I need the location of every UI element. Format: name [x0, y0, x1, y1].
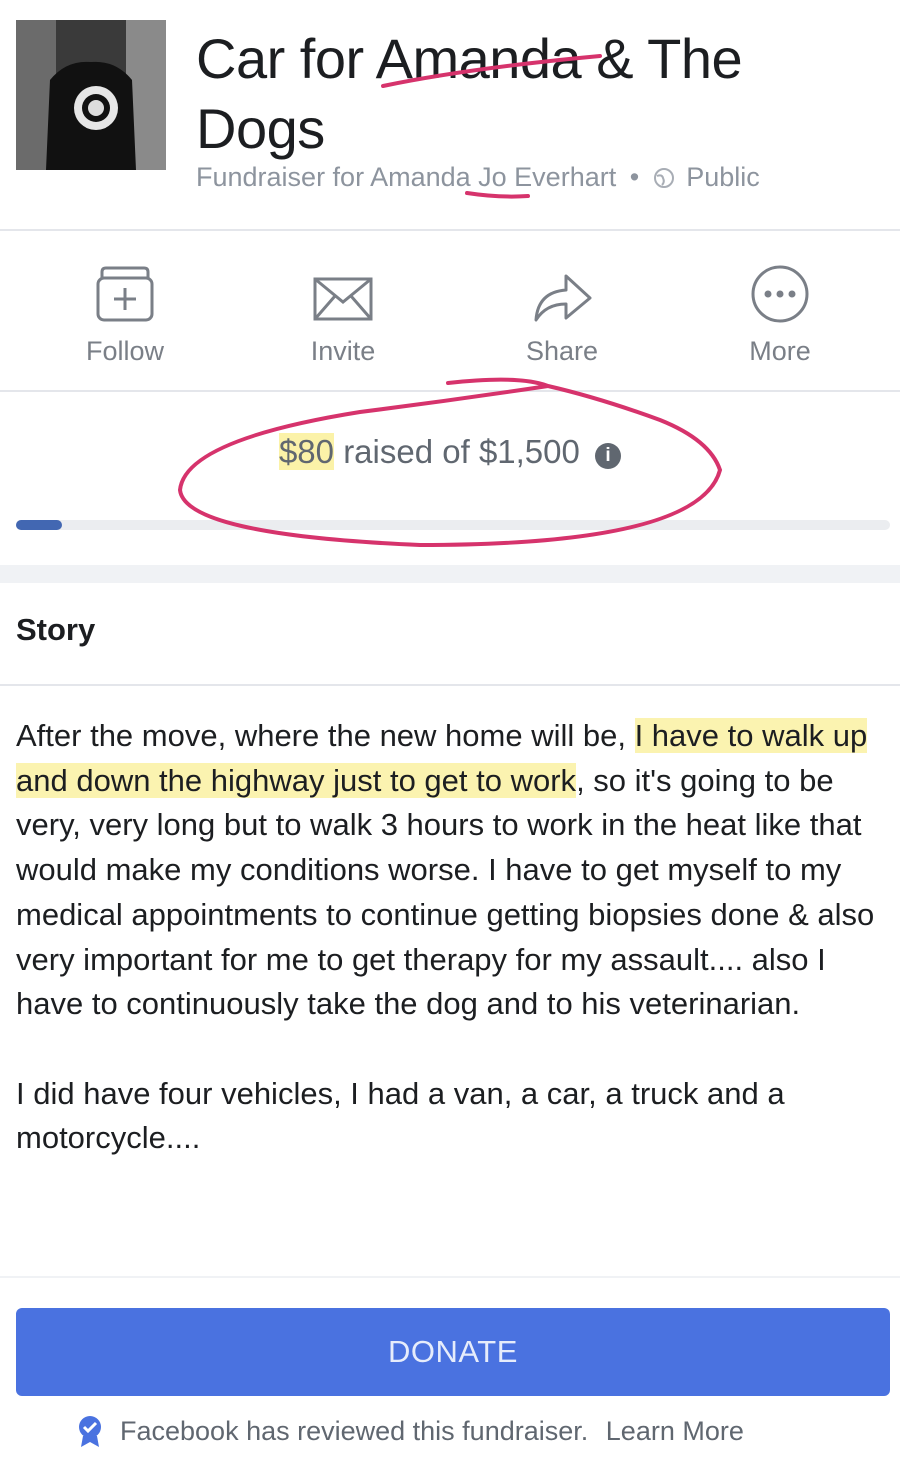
- raised-text: raised of: [343, 433, 470, 470]
- invite-label: Invite: [310, 336, 376, 366]
- fundraiser-subtitle: Fundraiser for Amanda Jo Everhart • Publ…: [196, 162, 760, 196]
- story-text-end: , so it's going to be very, very long bu…: [16, 762, 875, 1022]
- review-notice: Facebook has reviewed this fundraiser. L…: [76, 1416, 744, 1447]
- organizer-link[interactable]: Amanda Jo Everhart: [370, 162, 616, 192]
- goal-amount: $1,500: [478, 433, 580, 470]
- fundraiser-cover-photo[interactable]: [16, 20, 166, 170]
- raised-summary: $80 raised of $1,500 i: [0, 433, 900, 471]
- more-label: More: [749, 336, 811, 366]
- share-button[interactable]: Share: [482, 260, 642, 367]
- separator-dot: •: [629, 162, 640, 192]
- fundraiser-title: Car for Amanda & The Dogs: [196, 27, 743, 160]
- progress-bar-fill: [16, 520, 63, 530]
- fundraiser-header: Car for Amanda & The Dogs Fundraiser for…: [0, 0, 900, 230]
- subtitle-prefix: Fundraiser for: [196, 162, 365, 192]
- raised-amount: $80: [278, 433, 335, 470]
- follow-plus-icon: [45, 260, 205, 324]
- story-bottom-divider: [0, 1276, 900, 1278]
- globe-icon: [653, 165, 675, 196]
- story-body: After the move, where the new home will …: [16, 714, 890, 1206]
- verified-badge-icon: [76, 1414, 104, 1455]
- privacy-label: Public: [686, 162, 760, 192]
- envelope-icon: [263, 260, 423, 324]
- progress-bar: [16, 520, 890, 530]
- share-label: Share: [525, 336, 599, 366]
- invite-button[interactable]: Invite: [263, 260, 423, 367]
- story-text-start: After the move, where the new home will …: [16, 718, 635, 753]
- progress-section: $80 raised of $1,500 i: [0, 395, 900, 565]
- story-paragraph-1: After the move, where the new home will …: [16, 714, 890, 1027]
- learn-more-link[interactable]: Learn More: [606, 1416, 744, 1446]
- story-divider: [0, 684, 900, 686]
- section-separator: [0, 565, 900, 583]
- follow-button[interactable]: Follow: [45, 260, 205, 367]
- story-heading: Story: [16, 612, 96, 647]
- info-icon[interactable]: i: [595, 443, 622, 469]
- header-divider: [0, 229, 900, 231]
- share-arrow-icon: [482, 260, 642, 324]
- follow-label: Follow: [85, 336, 165, 366]
- donate-button[interactable]: DONATE: [16, 1308, 890, 1396]
- actions-divider: [0, 390, 900, 392]
- review-text: Facebook has reviewed this fundraiser.: [120, 1416, 589, 1446]
- action-bar: Follow Invite Share More: [0, 232, 900, 390]
- story-paragraph-2: I did have four vehicles, I had a van, a…: [16, 1075, 785, 1156]
- more-button[interactable]: More: [700, 260, 860, 367]
- more-dots-icon: [700, 260, 860, 324]
